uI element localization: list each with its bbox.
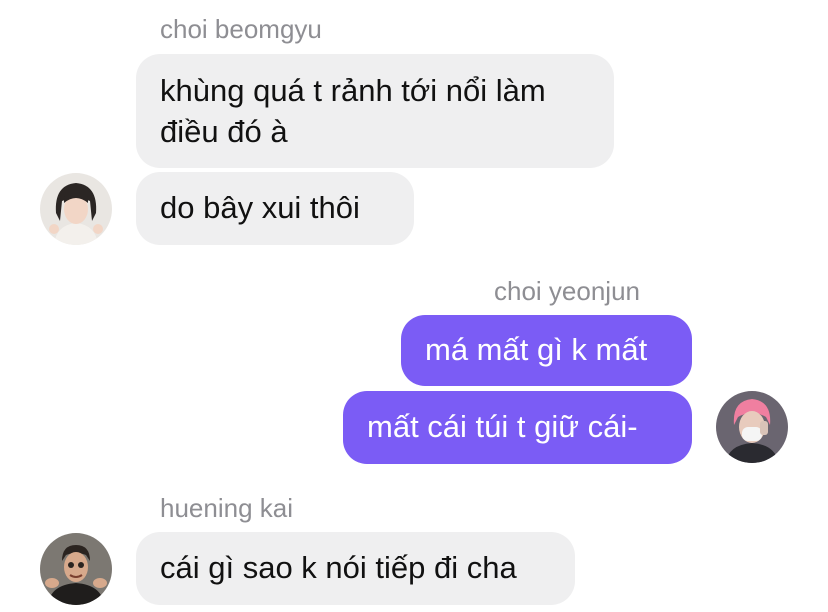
message-bubble[interactable]: má mất gì k mất (401, 315, 692, 386)
message-text-line: điều đó à (160, 114, 288, 149)
message-bubble[interactable]: mất cái túi t giữ cái- (343, 391, 692, 464)
message-bubble[interactable]: do bây xui thôi (136, 172, 414, 245)
sender-name-yeonjun: choi yeonjun (494, 276, 640, 306)
message-bubble[interactable]: cái gì sao k nói tiếp đi cha (136, 532, 575, 605)
sender-name-hueningkai: huening kai (160, 493, 293, 523)
sender-name-beomgyu: choi beomgyu (160, 14, 322, 44)
avatar-beomgyu[interactable] (40, 173, 112, 245)
avatar-yeonjun[interactable] (716, 391, 788, 463)
message-bubble[interactable]: khùng quá t rảnh tới nổi làm điều đó à (136, 54, 614, 168)
message-text-line: khùng quá t rảnh tới nổi làm (160, 73, 546, 108)
avatar-hueningkai[interactable] (40, 533, 112, 605)
